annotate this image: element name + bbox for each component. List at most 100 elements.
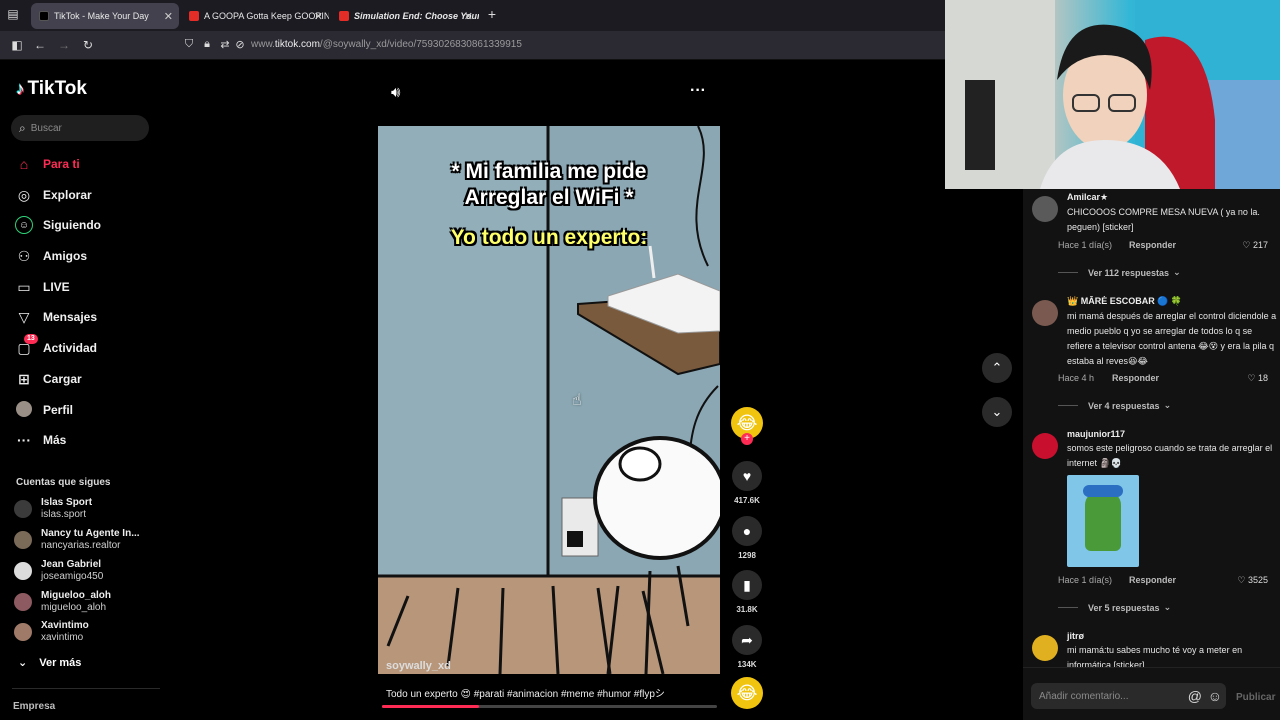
sidebar-toggle-icon[interactable]: ◧ [10,38,24,52]
comment-meta: Hace 1 día(s) Responder ♡ 3525 [1058,575,1268,585]
close-tab-icon[interactable]: ✕ [164,10,173,23]
tab-list-icon[interactable]: ▤ [6,7,20,21]
like-button[interactable]: ♥ 417.6K [731,461,763,505]
next-video-button[interactable]: ⌄ [982,397,1012,427]
webcam-overlay [945,0,1280,189]
search-input[interactable]: ⌕ Buscar [11,115,149,141]
sidebar-item-cargar[interactable]: ⊞ Cargar [15,368,82,390]
caption-line-2: Arreglar el WiFi * [464,186,634,209]
video-username[interactable]: soywally_xd [386,660,451,672]
view-replies-button[interactable]: Ver 112 respuestas ⌄ [1058,267,1181,278]
url-prefix: www. [251,39,275,50]
view-replies-button[interactable]: Ver 5 respuestas ⌄ [1058,602,1171,613]
shield-icon[interactable]: ⛉ [182,38,196,51]
emoji-icon[interactable]: ☺ [1208,688,1222,704]
save-button[interactable]: ▮ 31.8K [731,570,763,614]
view-replies-label: Ver 5 respuestas [1088,602,1160,613]
avatar[interactable] [1032,433,1058,459]
caption-line-1: * Mi familia me pide [451,160,647,183]
following-item[interactable]: Jean Gabriel joseamigo450 [14,559,103,583]
mention-icon[interactable]: @ [1188,688,1202,704]
profile-avatar [15,400,33,420]
avatar [14,562,32,580]
comment-username[interactable]: jitrø [1067,631,1277,641]
browser-nav-bar: ◧ ← → ↻ ⛉ 🔒︎ ⇄ ⊘ www.tiktok.com/@soywall… [0,31,945,60]
comment-like-button[interactable]: ♡ 18 [1247,373,1268,384]
heart-outline-icon: ♡ [1247,373,1258,383]
avatar[interactable] [1032,300,1058,326]
tab-tiktok[interactable]: TikTok - Make Your Day ✕ [31,3,179,29]
company-link[interactable]: Empresa [13,701,55,712]
comment-input[interactable]: Añadir comentario... @ ☺ [1031,683,1226,709]
comment-like-button[interactable]: ♡ 3525 [1237,575,1268,586]
comment-button[interactable]: ● 1298 [731,516,763,560]
comment-like-count: 3525 [1247,575,1268,585]
reply-button[interactable]: Responder [1112,373,1159,383]
home-icon: ⌂ [19,156,29,172]
avatar[interactable] [1032,196,1058,222]
lock-icon[interactable]: 🔒︎ [200,38,214,51]
comment-username[interactable]: Amilcar★ [1067,192,1277,203]
following-item[interactable]: Nancy tu Agente In... nancyarias.realtor [14,528,140,552]
sidebar-item-mensajes[interactable]: ▽ Mensajes [15,306,97,328]
more-options-icon[interactable]: ··· [690,82,706,100]
back-icon[interactable]: ← [33,38,47,52]
reply-button[interactable]: Responder [1129,575,1176,585]
publish-button[interactable]: Publicar [1236,692,1275,703]
webcam-image [945,0,1280,189]
tab-simulation[interactable]: Simulation End: Choose Your ✕ [331,3,479,29]
sidebar-item-label: Para ti [43,157,80,171]
tab-title: A GOOPA Gotta Keep GOOPIN [204,11,329,21]
logo-text: TikTok [27,78,87,99]
see-more-button[interactable]: ⌄ Ver más [18,656,81,670]
sidebar-item-label: Mensajes [43,310,98,324]
following-handle: xavintimo [41,632,84,643]
new-tab-button[interactable]: + [485,6,499,22]
close-tab-icon[interactable]: ✕ [464,10,473,23]
video-player[interactable]: * Mi familia me pide Arreglar el WiFi * … [378,126,720,674]
view-replies-button[interactable]: Ver 4 respuestas ⌄ [1058,400,1171,411]
comment-like-count: 18 [1257,373,1268,383]
like-count: 417.6K [734,496,760,505]
share-button[interactable]: ➦ 134K [731,625,763,669]
avatar[interactable] [1032,635,1058,661]
creator-avatar-button[interactable]: 😂 + [731,407,763,445]
previous-video-button[interactable]: ⌃ [982,353,1012,383]
forward-icon[interactable]: → [57,38,71,52]
volume-icon[interactable]: 🔊︎ [391,84,400,101]
sidebar-item-label: Siguiendo [43,218,101,232]
follow-plus-icon[interactable]: + [741,433,753,445]
sidebar-item-amigos[interactable]: ⚇ Amigos [15,245,87,267]
url-bar[interactable]: www.tiktok.com/@soywally_xd/video/759302… [251,39,522,50]
caption-yellow: Yo todo un experto: [450,226,648,249]
comment-username[interactable]: 👑 MĀRĖ ESCOBAR 🔵 🍀 [1067,296,1277,307]
comment-username[interactable]: maujunior117 [1067,429,1277,439]
camera-blocked-icon[interactable]: ⊘ [233,38,247,51]
heart-outline-icon: ♡ [1237,575,1248,585]
comment-like-button[interactable]: ♡ 217 [1242,240,1268,251]
following-item[interactable]: Islas Sport islas.sport [14,497,92,521]
comment-sticker-image[interactable] [1067,475,1139,567]
reload-icon[interactable]: ↻ [81,38,95,52]
sidebar-item-perfil[interactable]: Perfil [15,399,73,421]
permissions-icon[interactable]: ⇄ [218,38,232,51]
tiktok-logo[interactable]: ♪ TikTok [16,78,87,100]
following-item[interactable]: Migueloo_aloh migueloo_aloh [14,590,111,614]
avatar [14,500,32,518]
video-progress-bar[interactable] [382,705,717,708]
reply-button[interactable]: Responder [1129,240,1176,250]
tab-goopa[interactable]: A GOOPA Gotta Keep GOOPIN ✕ [181,3,329,29]
browser-tab-bar: ▤ TikTok - Make Your Day ✕ A GOOPA Gotta… [0,0,945,31]
close-tab-icon[interactable]: ✕ [314,10,323,23]
sidebar-item-actividad[interactable]: ▢ 13 Actividad [15,333,97,359]
following-item[interactable]: Xavintimo xavintimo [14,620,89,644]
sidebar-item-live[interactable]: ▭ LIVE [15,276,69,298]
music-disc[interactable]: 😂 [731,677,763,709]
chevron-down-icon: ⌄ [1163,400,1172,410]
sidebar-item-mas[interactable]: ··· Más [15,429,66,451]
share-icon: ➦ [732,625,762,655]
sidebar-item-para-ti[interactable]: ⌂ Para ti [15,153,80,175]
sidebar-item-siguiendo[interactable]: ☺ Siguiendo [15,214,101,236]
chevron-down-icon: ⌄ [991,404,1003,419]
sidebar-item-explorar[interactable]: ◎ Explorar [15,184,92,206]
